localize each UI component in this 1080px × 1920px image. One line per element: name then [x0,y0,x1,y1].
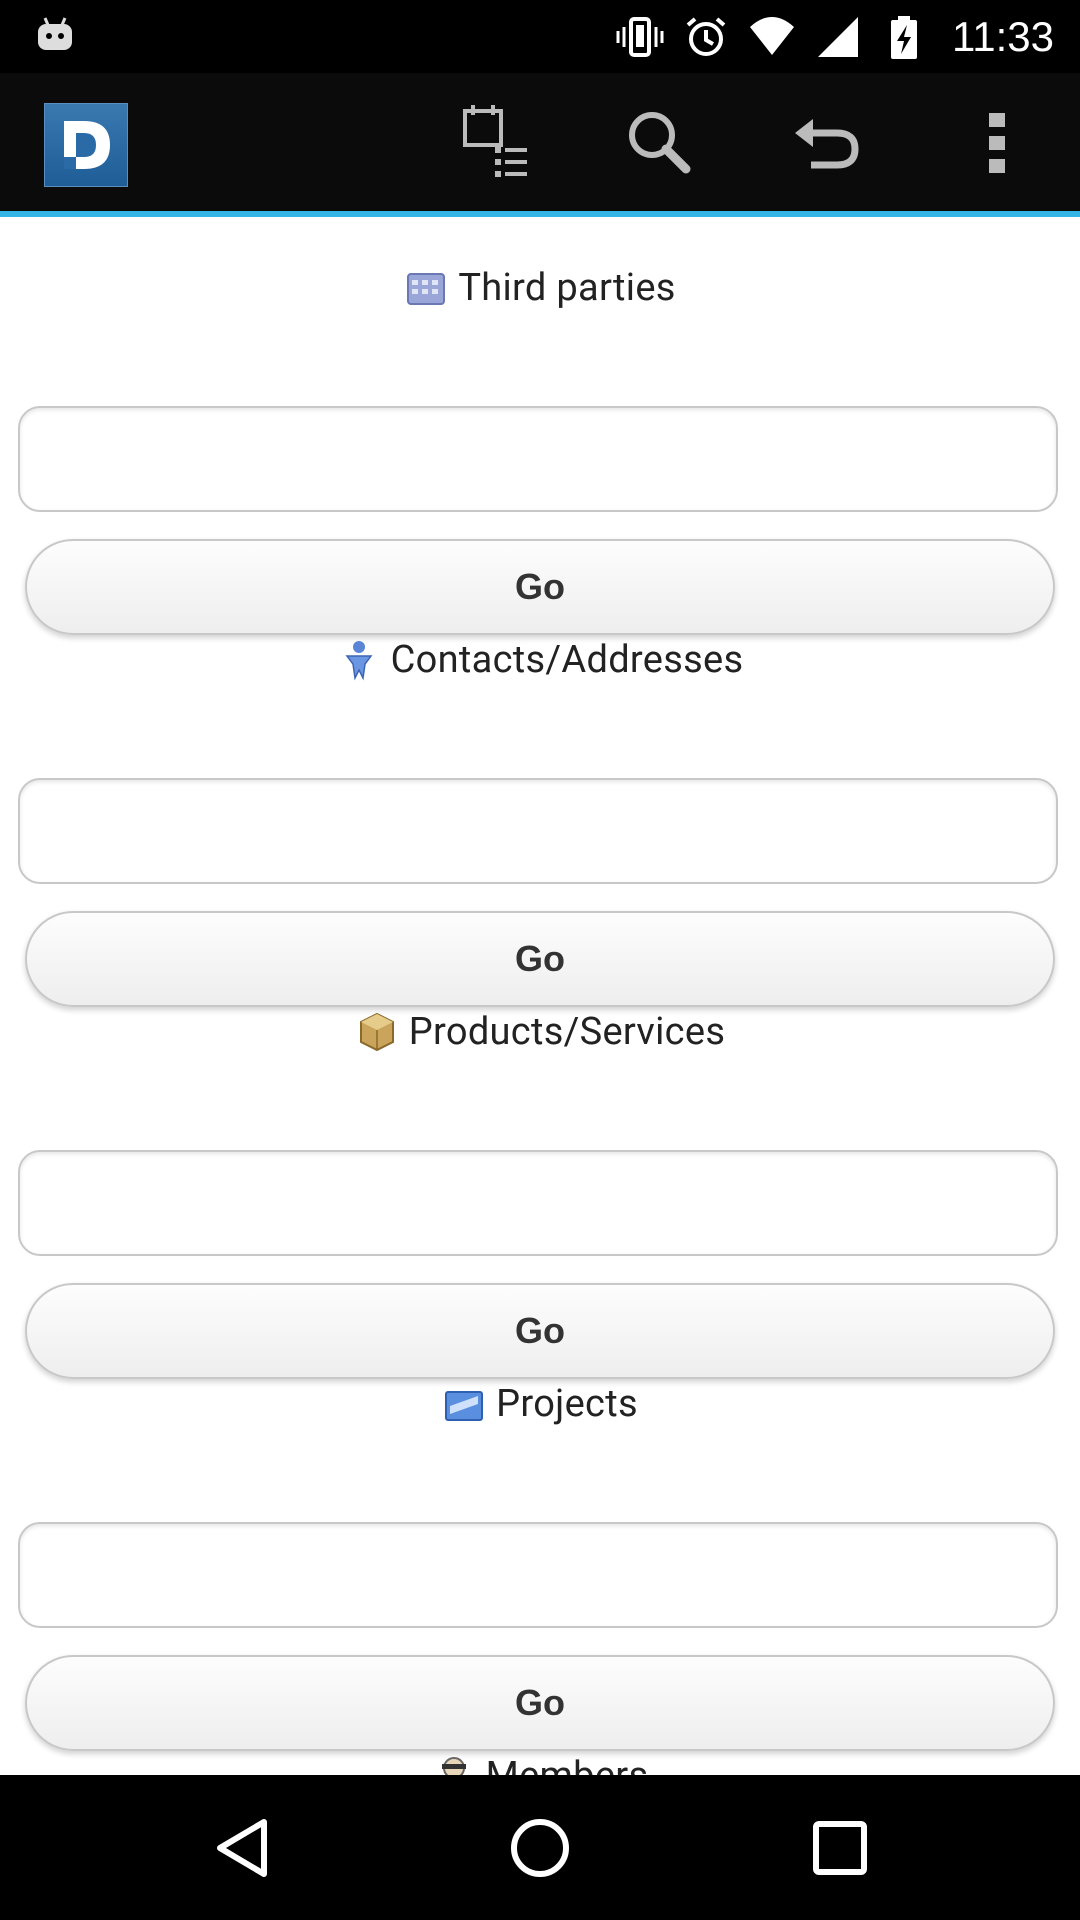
section-title: Members [0,1746,1080,1775]
navigation-bar [0,1775,1080,1920]
agenda-list-button[interactable] [453,101,537,185]
contact-person-icon [337,638,381,682]
app-logo[interactable] [44,103,128,187]
signal-icon [818,16,858,57]
project-folder-icon [442,1382,486,1426]
battery-charging-icon [891,15,917,59]
action-bar [0,73,1080,217]
undo-icon [795,119,859,169]
agenda-list-icon [463,105,527,177]
section-title: Contacts/Addresses [0,630,1080,690]
product-box-icon [355,1010,399,1054]
back-icon [217,1819,267,1877]
section-title: Third parties [0,258,1080,318]
projects-go-button[interactable]: Go [25,1655,1055,1751]
home-button[interactable] [500,1813,580,1883]
overflow-menu-icon [989,113,1005,173]
recents-icon [813,1821,867,1875]
vibrate-icon [616,16,664,57]
third-parties-search-input[interactable] [18,406,1058,512]
contacts-go-button[interactable]: Go [25,911,1055,1007]
third-parties-go-button[interactable]: Go [25,539,1055,635]
status-bar: 11:33 [0,0,1080,73]
search-form: Third parties Go Contacts/Addresses Go P… [0,217,1080,1775]
recents-button[interactable] [800,1813,880,1883]
undo-button[interactable] [787,101,871,185]
search-icon [629,112,691,174]
member-icon [432,1754,476,1775]
third-parties-icon [404,266,448,310]
alarm-icon [686,16,726,56]
contacts-search-input[interactable] [18,778,1058,884]
products-go-button[interactable]: Go [25,1283,1055,1379]
projects-search-input[interactable] [18,1522,1058,1628]
android-debug-icon [38,17,72,50]
home-icon [511,1819,569,1877]
logo-d-icon [64,121,110,169]
section-title: Projects [0,1374,1080,1434]
clock: 11:33 [952,12,1054,60]
back-button[interactable] [202,1813,282,1883]
wifi-icon [750,16,794,55]
section-title: Products/Services [0,1002,1080,1062]
overflow-menu-button[interactable] [955,101,1039,185]
search-button[interactable] [618,101,702,185]
products-search-input[interactable] [18,1150,1058,1256]
